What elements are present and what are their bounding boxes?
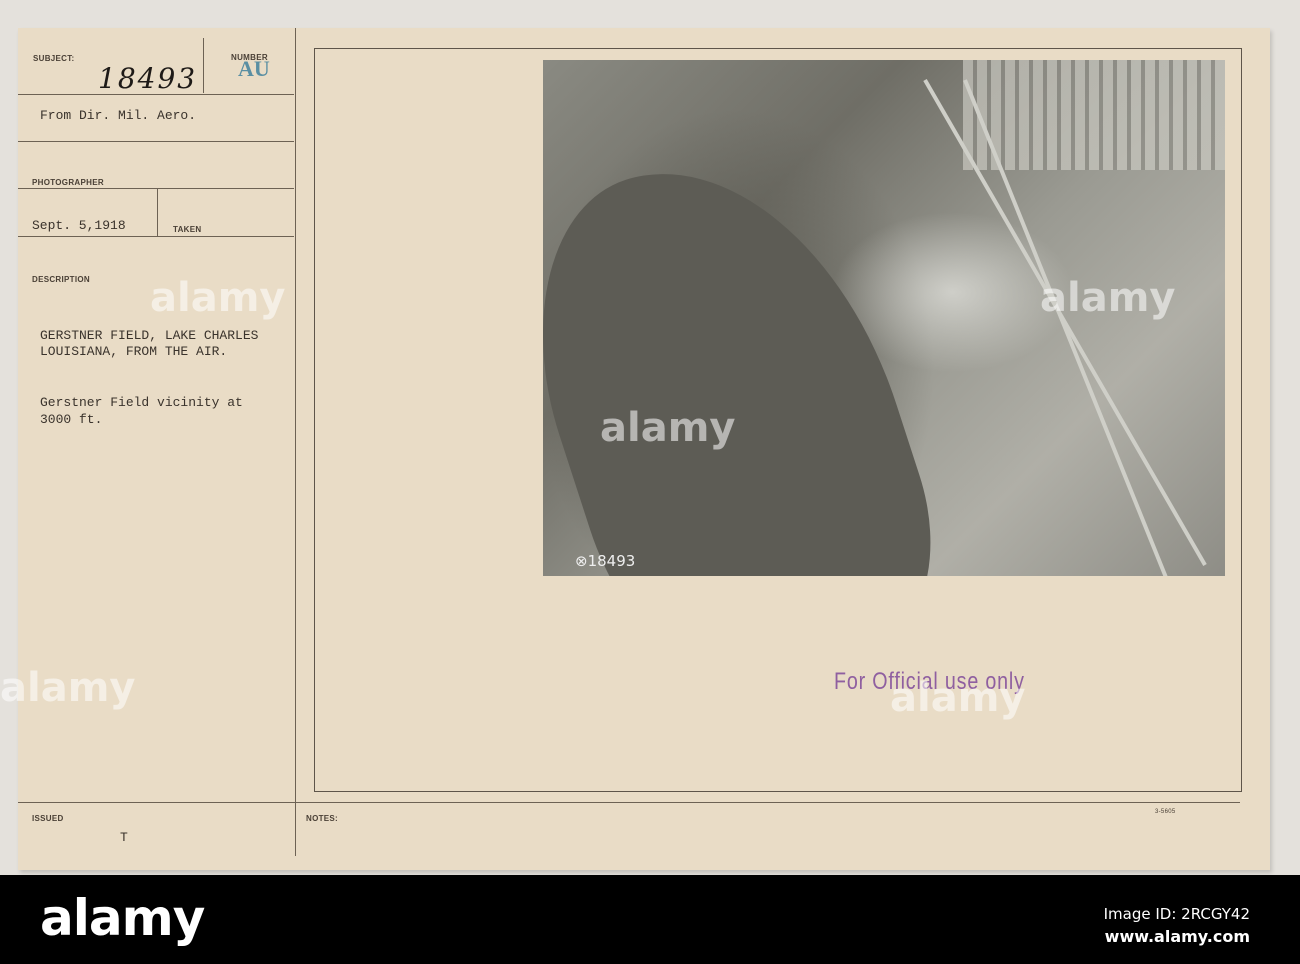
divider <box>18 141 294 142</box>
watermark: alamy <box>0 665 136 711</box>
issued-mark: T <box>120 830 128 845</box>
watermark: alamy <box>600 405 736 451</box>
divider <box>18 188 294 189</box>
site-url: www.alamy.com <box>1104 927 1250 946</box>
divider <box>157 188 158 236</box>
divider <box>295 28 296 856</box>
source-text: From Dir. Mil. Aero. <box>40 108 197 123</box>
watermark: alamy <box>890 675 1026 721</box>
subject-number: 18493 <box>98 62 198 95</box>
watermark: alamy <box>1040 275 1176 321</box>
issued-label: ISSUED <box>32 814 64 823</box>
river-area <box>543 121 966 576</box>
divider <box>18 802 1240 803</box>
subject-label: SUBJECT: <box>33 54 75 63</box>
caption-line: 3000 ft. <box>40 412 103 427</box>
form-code: 3-5605 <box>1155 809 1176 815</box>
date-text: Sept. 5,1918 <box>32 218 126 233</box>
image-id: Image ID: 2RCGY42 <box>1103 905 1250 923</box>
divider <box>203 38 204 93</box>
watermark: alamy <box>150 275 286 321</box>
description-line: LOUISIANA, FROM THE AIR. <box>40 344 228 359</box>
footer-bar: alamy Image ID: 2RCGY42 www.alamy.com <box>0 875 1300 964</box>
number-stamp: AU <box>238 56 270 81</box>
description-label: DESCRIPTION <box>32 275 90 284</box>
taken-label: TAKEN <box>173 225 202 234</box>
notes-label: NOTES: <box>306 814 339 823</box>
alamy-logo: alamy <box>40 889 205 947</box>
photo-number: ⊗18493 <box>575 552 636 570</box>
divider <box>18 236 294 237</box>
photographer-label: PHOTOGRAPHER <box>32 178 104 187</box>
caption-line: Gerstner Field vicinity at <box>40 395 243 410</box>
description-line: GERSTNER FIELD, LAKE CHARLES <box>40 328 259 343</box>
town-area <box>963 60 1225 170</box>
